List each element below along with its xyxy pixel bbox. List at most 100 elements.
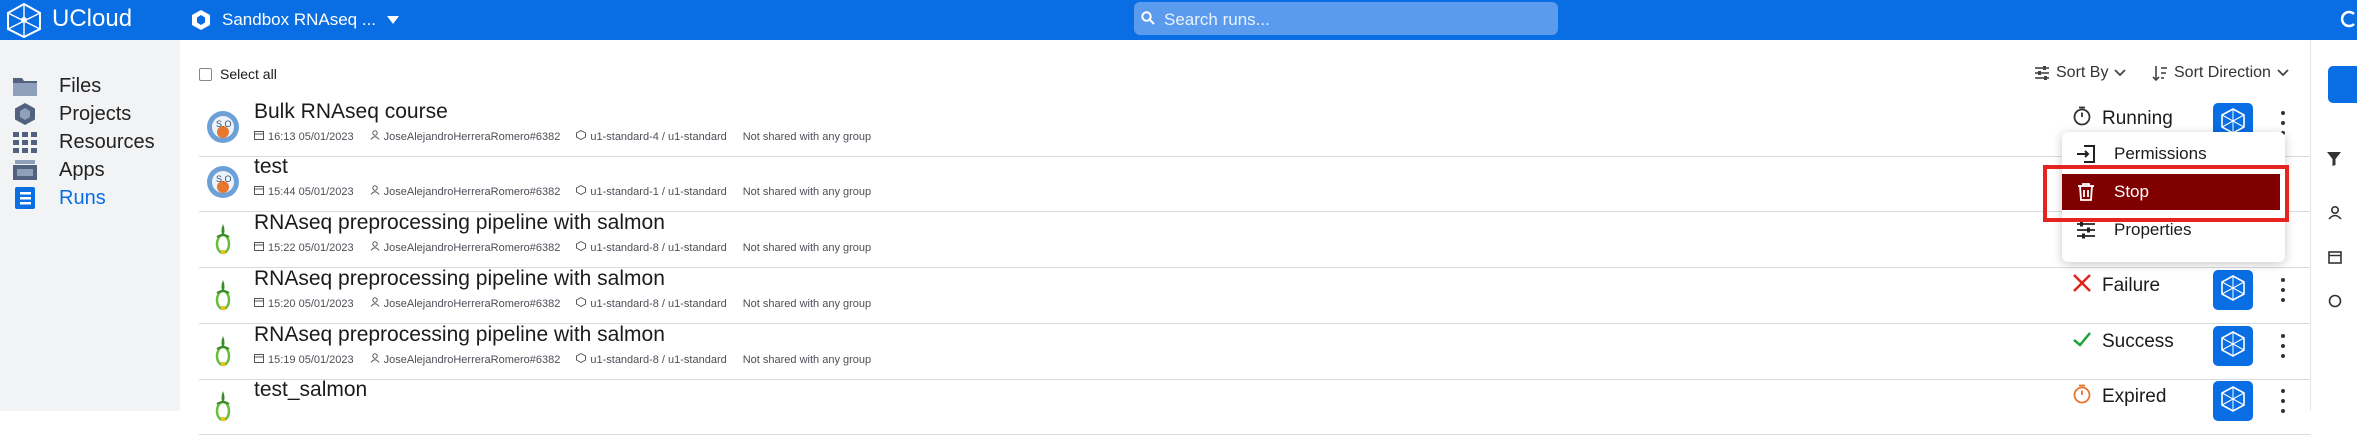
chevron-down-icon [2114,69,2127,77]
machine-icon [576,352,587,366]
job-user-text: JoseAlejandroHerreraRomero#6382 [383,130,561,143]
job-machine-text: u1-standard-8 / u1-standard [590,241,727,254]
runs-icon [15,187,35,209]
job-user-text: JoseAlejandroHerreraRomero#6382 [383,185,561,198]
job-title[interactable]: RNAseq preprocessing pipeline with salmo… [254,211,665,235]
select-all-checkbox[interactable] [199,67,212,81]
job-status: Success [2072,329,2174,355]
job-title[interactable]: RNAseq preprocessing pipeline with salmo… [254,323,665,347]
grid-icon [13,132,37,153]
table-row[interactable]: RNAseq preprocessing pipeline with salmo… [199,267,2311,324]
job-title[interactable]: test_salmon [254,378,367,402]
user-icon [370,297,380,310]
job-time-text: 16:13 05/01/2023 [268,130,354,143]
more-options-icon[interactable] [2279,331,2287,361]
open-job-button[interactable] [2213,270,2253,310]
job-machine-text: u1-standard-8 / u1-standard [590,297,727,310]
job-user-text: JoseAlejandroHerreraRomero#6382 [383,241,561,254]
job-machine: u1-standard-8 / u1-standard [576,296,727,310]
job-meta: 15:22 05/01/2023 JoseAlejandroHerreraRome… [254,240,871,254]
table-row[interactable]: RNAseq preprocessing pipeline with salmo… [199,211,2311,268]
circle-icon[interactable] [2328,294,2342,308]
more-options-icon[interactable] [2279,386,2287,416]
sort-by-button[interactable]: Sort By [2034,64,2127,82]
job-time: 15:20 05/01/2023 [254,297,354,310]
job-title[interactable]: RNAseq preprocessing pipeline with salmo… [254,267,665,291]
create-button[interactable] [2328,66,2357,103]
more-options-icon[interactable] [2279,275,2287,305]
salmon-app-icon [206,277,240,311]
svg-text:S.O: S.O [216,174,232,184]
filter-icon[interactable] [2327,152,2341,166]
rstudio-app-icon: S.O [206,110,240,144]
table-row[interactable]: S.O test 15:44 05/01/2023 JoseAlejandroHerr… [199,155,2311,212]
job-sharing: Not shared with any group [742,297,872,310]
job-user: JoseAlejandroHerreraRomero#6382 [370,130,561,143]
job-time-text: 15:44 05/01/2023 [268,185,354,198]
job-meta: 15:19 05/01/2023 JoseAlejandroHerreraRome… [254,352,872,366]
job-machine: u1-standard-4 / u1-standard [576,129,727,143]
sidebar-item-runs[interactable]: Runs [0,179,180,217]
job-user: JoseAlejandroHerreraRomero#6382 [370,185,561,198]
user-icon [370,185,380,198]
table-row[interactable]: test_salmon Expired [199,378,2311,435]
job-meta: 15:20 05/01/2023 JoseAlejandroHerreraRome… [254,296,872,310]
machine-icon [576,240,587,254]
job-machine-text: u1-standard-4 / u1-standard [590,130,727,143]
user-icon[interactable] [2328,206,2342,220]
table-row[interactable]: S.O Bulk RNAseq course 16:13 05/01/2023 Jos… [199,100,2311,157]
ucloud-logo-icon[interactable] [4,2,44,38]
open-job-button[interactable] [2213,381,2253,421]
calendar-icon [254,130,264,143]
select-all[interactable]: Select all [199,66,277,82]
search-input[interactable] [1162,4,1552,35]
job-title[interactable]: test [254,155,288,179]
open-job-button[interactable] [2213,326,2253,366]
job-status-label: Expired [2102,386,2167,407]
sidebar-item-label: Runs [59,186,106,209]
select-all-label: Select all [220,66,277,82]
ucloud-logo-icon [2220,330,2246,362]
user-icon [370,241,380,254]
sidebar: Files Projects Resources Apps Runs [0,40,180,411]
job-meta: 15:44 05/01/2023 JoseAlejandroHerreraRome… [254,184,871,198]
sort-direction-button[interactable]: Sort Direction [2152,64,2289,82]
caret-down-icon [387,16,400,24]
search-icon [1141,11,1155,25]
stopwatch-icon [2072,384,2092,410]
job-machine: u1-standard-8 / u1-standard [576,240,727,254]
user-icon [370,353,380,366]
menu-item-label: Permissions [2114,144,2207,163]
stop-highlight-box [2043,165,2289,222]
x-icon [2072,273,2092,299]
calendar-icon [254,353,264,366]
job-user-text: JoseAlejandroHerreraRomero#6382 [383,297,561,310]
job-time-text: 15:20 05/01/2023 [268,297,354,310]
job-machine: u1-standard-8 / u1-standard [576,352,727,366]
salmon-app-icon [206,221,240,255]
job-time: 15:44 05/01/2023 [254,185,354,198]
job-machine-text: u1-standard-1 / u1-standard [590,185,727,198]
calendar-icon [254,241,264,254]
properties-icon [2077,221,2095,239]
table-row[interactable]: RNAseq preprocessing pipeline with salmo… [199,323,2311,380]
job-title[interactable]: Bulk RNAseq course [254,100,448,124]
job-user: JoseAlejandroHerreraRomero#6382 [370,297,561,310]
apps-icon [13,160,37,180]
calendar-icon [254,297,264,310]
job-time: 15:19 05/01/2023 [254,353,354,366]
job-sharing: Not shared with any group [742,130,872,143]
sort-direction-label: Sort Direction [2174,64,2271,81]
calendar-icon[interactable] [2328,250,2342,264]
folder-icon [13,78,37,96]
job-machine: u1-standard-1 / u1-standard [576,184,727,198]
project-switcher[interactable]: Sandbox RNAseq ... [190,0,400,40]
job-status: Failure [2072,273,2160,299]
job-sharing: Not shared with any group [742,353,872,366]
refresh-icon[interactable] [2340,8,2357,30]
svg-text:S.O: S.O [216,119,232,129]
job-user-text: JoseAlejandroHerreraRomero#6382 [383,353,561,366]
user-icon [370,130,380,143]
sort-direction-icon [2152,66,2167,81]
salmon-app-icon [206,388,240,422]
